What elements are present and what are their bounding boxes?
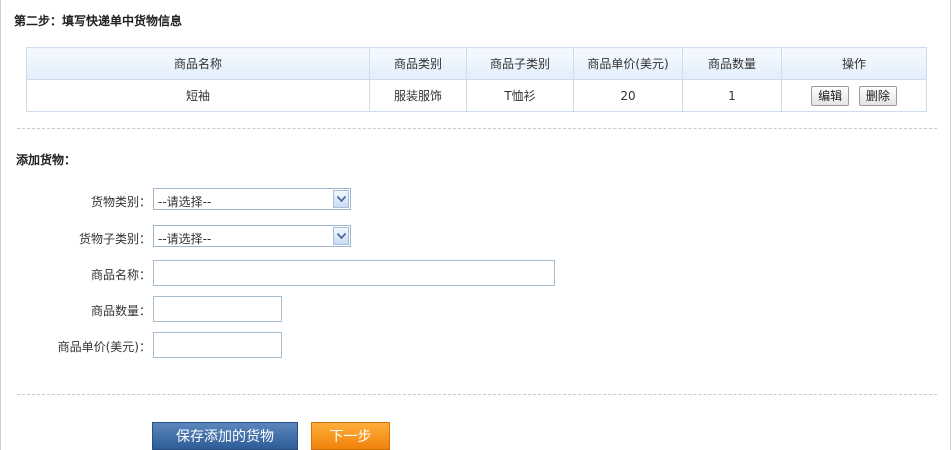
cell-name: 短袖 (26, 79, 370, 112)
save-goods-button[interactable]: 保存添加的货物 (152, 422, 298, 450)
col-header-actions: 操作 (781, 47, 927, 80)
left-border (0, 0, 1, 450)
table-row: 短袖 服装服饰 T恤衫 20 1 编辑 删除 (26, 79, 927, 112)
edit-button[interactable]: 编辑 (811, 85, 850, 106)
category-label: 货物类别： (90, 195, 151, 209)
subcategory-select[interactable]: --请选择-- (153, 225, 351, 247)
chevron-down-icon[interactable] (333, 227, 349, 245)
cell-quantity: 1 (682, 79, 782, 112)
quantity-input[interactable] (153, 296, 282, 322)
subcategory-select-value: --请选择-- (158, 232, 212, 246)
cell-actions: 编辑 删除 (781, 79, 927, 112)
delete-button[interactable]: 删除 (858, 85, 897, 106)
category-select-value: --请选择-- (158, 195, 212, 209)
table-header-row: 商品名称 商品类别 商品子类别 商品单价(美元) 商品数量 操作 (26, 47, 927, 80)
add-goods-title: 添加货物： (16, 153, 77, 167)
product-name-input[interactable] (153, 260, 555, 286)
col-header-subcategory: 商品子类别 (466, 47, 574, 80)
quantity-label: 商品数量： (90, 304, 151, 318)
cell-subcategory: T恤衫 (466, 79, 574, 112)
col-header-quantity: 商品数量 (682, 47, 782, 80)
divider-top (17, 128, 937, 129)
category-select[interactable]: --请选择-- (153, 188, 351, 210)
unit-price-label: 商品单价(美元)： (57, 340, 151, 354)
divider-bottom (17, 394, 937, 395)
unit-price-input[interactable] (153, 332, 282, 358)
cell-category: 服装服饰 (369, 79, 467, 112)
chevron-down-icon[interactable] (333, 190, 349, 208)
col-header-price: 商品单价(美元) (573, 47, 683, 80)
goods-table: 商品名称 商品类别 商品子类别 商品单价(美元) 商品数量 操作 短袖 服装服饰… (26, 47, 927, 112)
col-header-category: 商品类别 (369, 47, 467, 80)
next-step-button[interactable]: 下一步 (311, 422, 390, 450)
product-name-label: 商品名称： (90, 268, 151, 282)
subcategory-label: 货物子类别： (78, 232, 151, 246)
cell-price: 20 (573, 79, 683, 112)
step-title: 第二步：填写快递单中货物信息 (14, 14, 183, 28)
col-header-name: 商品名称 (26, 47, 370, 80)
